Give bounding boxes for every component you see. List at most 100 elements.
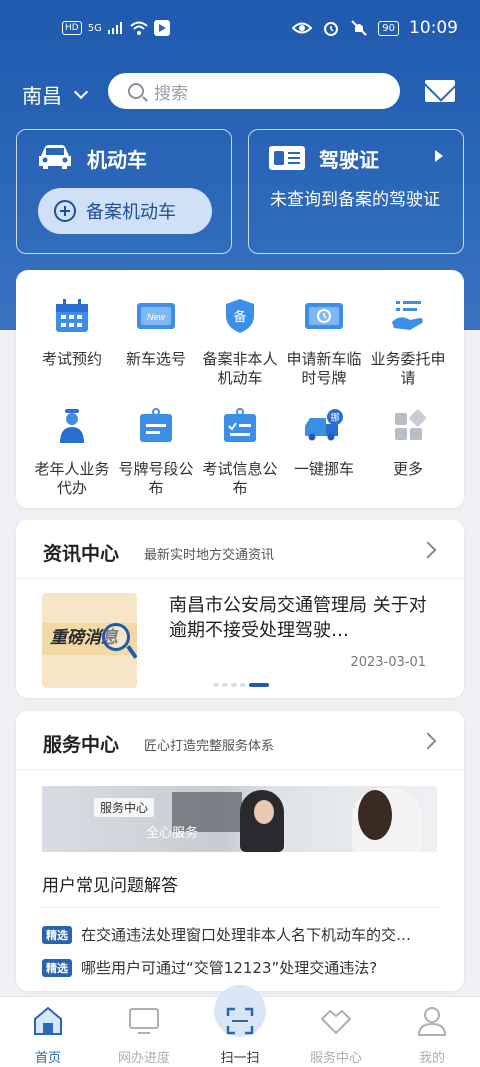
nav-scan[interactable]: 扫一扫 <box>192 1005 288 1066</box>
news-item-date: 2023-03-01 <box>350 655 426 670</box>
register-vehicle-button[interactable]: 备案机动车 <box>38 188 212 234</box>
nav-label: 首页 <box>34 1051 61 1066</box>
grid-item-exam-booking[interactable]: 考试预约 <box>30 298 114 369</box>
license-card-title: 驾驶证 <box>319 148 379 172</box>
news-more-chevron-icon[interactable] <box>419 541 437 559</box>
arrow-right-icon <box>435 150 443 162</box>
network-type: 5G <box>87 22 102 34</box>
hd-indicator: HD <box>62 21 82 35</box>
grid-item-label: 业务委托申请 <box>370 350 446 387</box>
svg-text:挪: 挪 <box>330 412 339 424</box>
city-name: 南昌 <box>22 84 62 108</box>
nav-label: 服务中心 <box>309 1051 362 1066</box>
status-bar: HD 5G 90 10:09 <box>0 0 480 60</box>
grid-item-label: 老年人业务代办 <box>34 460 110 497</box>
home-icon <box>34 1006 62 1035</box>
faq-text: 在交通违法处理窗口处理非本人名下机动车的交… <box>81 926 412 944</box>
grid-item-record-vehicle[interactable]: 备 备案非本人机动车 <box>198 298 282 388</box>
banner-text: 全心服务 <box>146 826 199 841</box>
grid-item-label: 一键挪车 <box>293 460 354 478</box>
grid-item-exam-info[interactable]: 考试信息公布 <box>198 408 282 498</box>
grid-item-label: 更多 <box>392 460 423 478</box>
nav-mine[interactable]: 我的 <box>384 1005 480 1066</box>
news-center: 资讯中心 最新实时地方交通资讯 重磅消息 南昌市公安局交通管理局 关于对逾期不接… <box>16 520 464 698</box>
eye-icon <box>292 22 313 34</box>
grid-item-more[interactable]: 更多 <box>366 408 450 479</box>
divider <box>42 907 438 908</box>
nav-progress[interactable]: 网办进度 <box>96 1005 192 1066</box>
elder-icon <box>60 409 84 443</box>
news-thumbnail[interactable]: 重磅消息 <box>42 593 137 688</box>
bottom-navigation: 首页 网办进度 扫一扫 服务中心 我的 <box>0 985 480 1067</box>
grid-item-new-plate[interactable]: New 新车选号 <box>114 298 198 369</box>
grid-item-delegate[interactable]: 业务委托申请 <box>366 298 450 388</box>
clock: 10:09 <box>409 18 458 38</box>
mute-icon <box>351 20 367 36</box>
grid-item-plate-segment[interactable]: 号牌号段公布 <box>114 408 198 498</box>
alarm-icon <box>324 22 339 36</box>
delegate-icon <box>392 301 423 330</box>
svg-text:New: New <box>147 312 166 322</box>
record-shield-icon: 备 <box>226 299 254 333</box>
divider <box>16 578 464 579</box>
nav-service-center[interactable]: 服务中心 <box>288 1005 384 1066</box>
register-vehicle-label: 备案机动车 <box>86 202 176 223</box>
service-section-subtitle: 匠心打造完整服务体系 <box>144 739 275 754</box>
search-icon <box>128 83 144 99</box>
scan-icon <box>226 1007 254 1035</box>
news-section-subtitle: 最新实时地方交通资讯 <box>144 548 275 563</box>
city-selector[interactable]: 南昌 <box>22 80 89 109</box>
service-grid: 考试预约 New 新车选号 备 备案非本人机动车 申请新车临时号牌 业务委托申请 <box>16 270 464 508</box>
nav-home[interactable]: 首页 <box>0 1005 96 1066</box>
grid-item-label: 考试预约 <box>41 350 102 368</box>
plus-circle-icon <box>54 200 76 222</box>
grid-item-temp-plate[interactable]: 申请新车临时号牌 <box>282 298 366 388</box>
search-placeholder: 搜索 <box>154 83 188 104</box>
license-icon <box>269 146 305 170</box>
news-section-title: 资讯中心 <box>43 543 120 565</box>
license-card[interactable]: 驾驶证 未查询到备案的驾驶证 <box>248 129 464 254</box>
nav-label: 我的 <box>418 1051 445 1066</box>
grid-item-label: 号牌号段公布 <box>118 460 194 497</box>
grid-item-label: 新车选号 <box>125 350 186 368</box>
car-icon <box>39 145 71 169</box>
service-center: 服务中心 匠心打造完整服务体系 服务中心 全心服务 用户常见问题解答 精选 在交… <box>16 711 464 991</box>
service-banner[interactable]: 服务中心 全心服务 <box>42 786 437 852</box>
nav-label: 扫一扫 <box>220 1051 260 1066</box>
move-car-icon: 挪 <box>305 409 343 441</box>
faq-item[interactable]: 精选 哪些用户可通过“交管12123”处理交通违法? <box>42 957 442 978</box>
license-status-text: 未查询到备案的驾驶证 <box>270 190 440 210</box>
wifi-icon <box>130 21 148 35</box>
svg-text:备: 备 <box>233 309 246 325</box>
service-more-chevron-icon[interactable] <box>419 732 437 750</box>
exam-info-icon <box>224 408 256 442</box>
handshake-icon <box>320 1009 352 1035</box>
grid-item-label: 备案非本人机动车 <box>202 350 278 387</box>
news-item-title[interactable]: 南昌市公安局交通管理局 关于对逾期不接受处理驾驶… <box>169 593 444 643</box>
carousel-indicator <box>213 683 269 687</box>
search-input[interactable]: 搜索 <box>108 73 400 109</box>
more-icon <box>395 409 427 440</box>
magnifier-icon <box>102 623 130 651</box>
grid-item-move-car[interactable]: 挪 一键挪车 <box>282 408 366 479</box>
battery-icon: 90 <box>378 20 399 36</box>
nav-label: 网办进度 <box>117 1051 170 1066</box>
app-notification-icon <box>153 20 170 36</box>
vehicle-card-title: 机动车 <box>87 148 147 172</box>
signal-icon <box>107 22 122 34</box>
plate-segment-icon <box>140 408 172 442</box>
banner-tag: 服务中心 <box>94 798 155 817</box>
vehicle-card[interactable]: 机动车 备案机动车 <box>16 129 232 254</box>
divider <box>16 769 464 770</box>
temp-plate-icon <box>305 303 343 329</box>
featured-badge: 精选 <box>42 925 72 944</box>
mail-icon[interactable] <box>425 80 455 102</box>
faq-item[interactable]: 精选 在交通违法处理窗口处理非本人名下机动车的交… <box>42 924 442 945</box>
new-plate-icon: New <box>137 303 175 329</box>
user-icon <box>417 1007 447 1036</box>
calendar-icon <box>56 299 88 332</box>
grid-item-elder-service[interactable]: 老年人业务代办 <box>30 408 114 498</box>
monitor-icon <box>129 1008 159 1034</box>
grid-item-label: 申请新车临时号牌 <box>286 350 362 387</box>
grid-item-label: 考试信息公布 <box>202 460 278 497</box>
